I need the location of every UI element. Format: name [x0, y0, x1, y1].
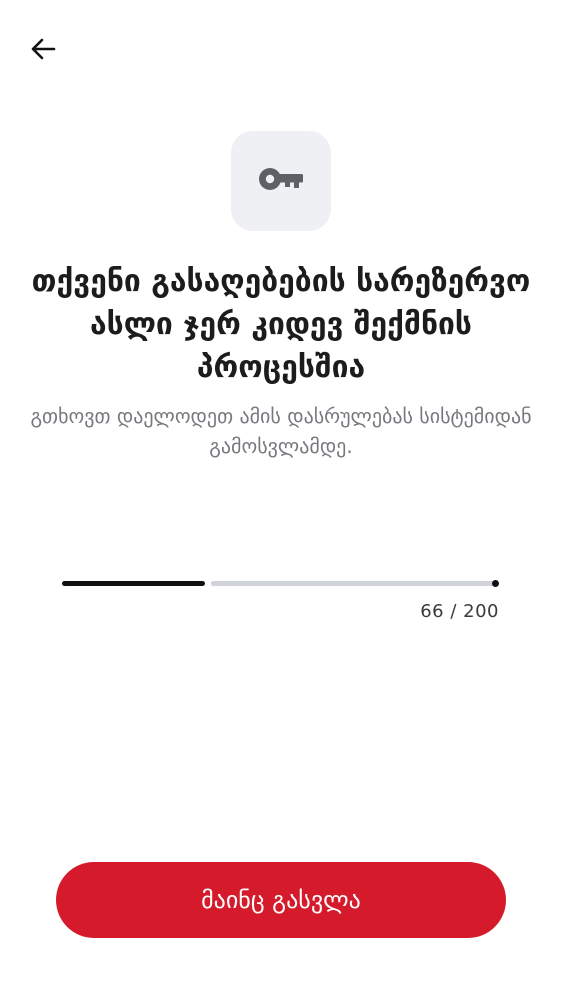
arrow-left-icon: [30, 38, 56, 64]
key-icon-tile: [231, 131, 331, 231]
backup-progress-bar: [62, 580, 499, 587]
key-icon: [258, 166, 304, 196]
page-title: თქვენი გასაღებების სარეზერვო ასლი ჯერ კი…: [31, 264, 531, 385]
page-subtitle: გთხოვთ დაელოდეთ ამის დასრულებას სისტემიდ…: [30, 404, 532, 458]
progress-counter: 66 / 200: [420, 601, 499, 622]
progress-end-dot: [492, 580, 499, 587]
progress-fill: [62, 581, 205, 586]
progress-track: [211, 581, 496, 586]
back-button[interactable]: [22, 30, 64, 72]
leave-anyway-button[interactable]: მაინც გასვლა: [56, 862, 506, 938]
